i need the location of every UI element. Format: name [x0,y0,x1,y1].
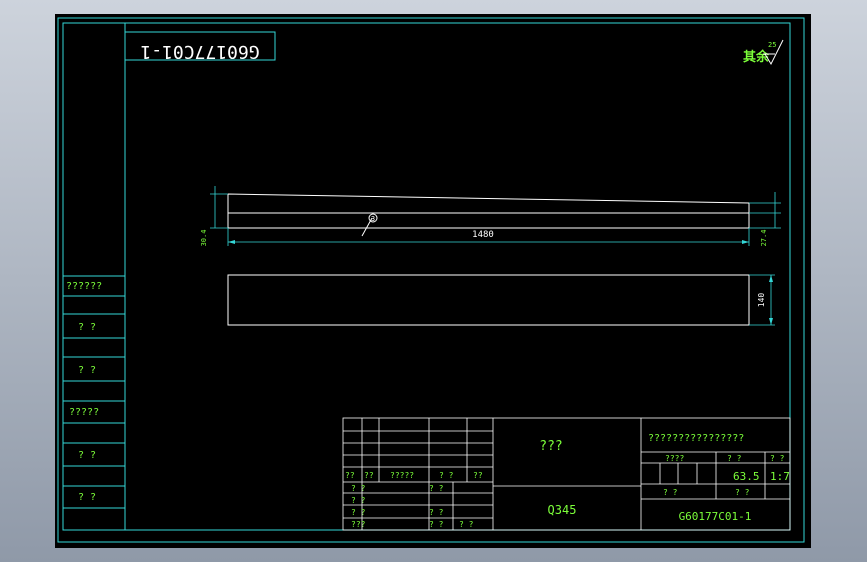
weight-label: ? ? [727,454,742,463]
sheet-left: ? ? [663,488,678,497]
rev-header: ????? [390,471,414,480]
right-height-dim-text: 27.4 [760,230,768,247]
scale-value: 1:7 [770,470,790,483]
weld-size-text: 3 [371,215,375,223]
company-name: ???????????????? [648,433,744,444]
length-dim-text: 1480 [472,230,494,240]
stage-label: ???? [665,454,684,463]
part-name: ??? [539,439,562,454]
left-column-text: ?????? [66,281,102,292]
left-column-text: ? ? [78,322,96,333]
scale-label: ? ? [770,454,785,463]
front-view-outline [227,193,750,229]
rev-header: ?? [364,471,374,480]
drawing-canvas: 1480 30.4 27.4 140 3 G60177C01-1 其余 25 ?… [55,14,811,548]
sign-row-b: ? ? [429,484,444,493]
sign-row-c: ? ? [459,520,474,529]
sign-row-b: ? ? [429,508,444,517]
left-column-grid [62,275,126,509]
rev-header: ?? [345,471,355,480]
left-column-text: ????? [69,407,99,418]
top-view-outline [227,274,750,326]
sign-row-b: ? ? [429,520,444,529]
rotated-drawing-number: G60177C01-1 [140,41,259,62]
left-column-text: ? ? [78,450,96,461]
material-text: Q345 [548,503,577,517]
left-column-text: ? ? [78,492,96,503]
weight-value: 63.5 [733,470,760,483]
sheet-right: ? ? [735,488,750,497]
sign-row-a: ? ? [351,484,366,493]
roughness-label: 其余 [743,49,770,65]
sign-row-a: ? ? [351,508,366,517]
left-column-text: ? ? [78,365,96,376]
left-height-dim-text: 30.4 [200,230,208,247]
roughness-value: 25 [768,41,776,49]
sign-row-a: ? ? [351,496,366,505]
width-dim-text: 140 [757,293,766,308]
rev-header: ? ? [439,471,454,480]
sign-row-a: ??? [351,520,366,529]
drawing-number: G60177C01-1 [679,510,752,523]
cad-drawing: 1480 30.4 27.4 140 3 G60177C01-1 其余 25 ?… [57,17,805,543]
rev-header: ?? [473,471,483,480]
